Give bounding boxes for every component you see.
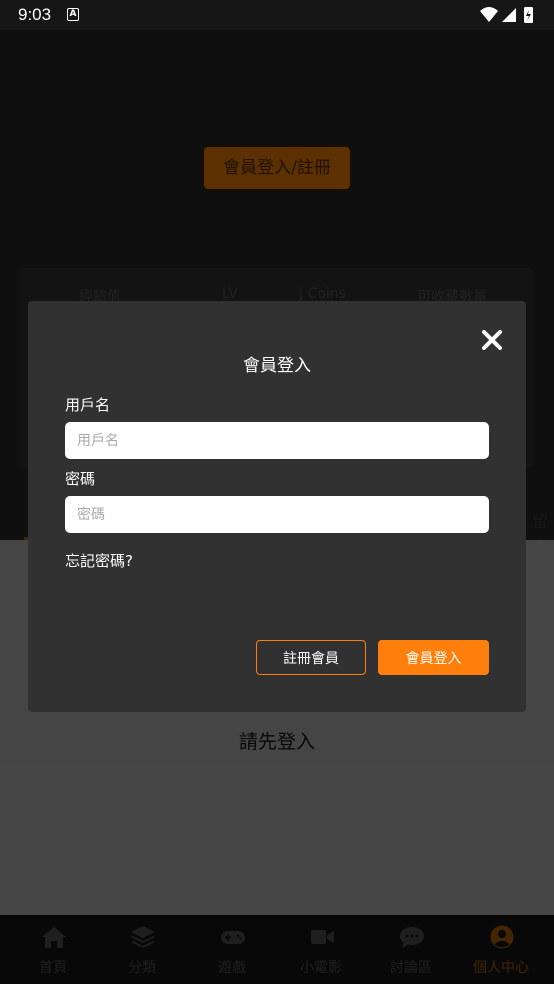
- status-time: 9:03: [18, 5, 52, 24]
- signal-icon: [502, 8, 516, 22]
- layers-icon: [131, 926, 155, 948]
- notification-badge: A: [67, 8, 79, 21]
- status-icons: [480, 7, 533, 23]
- nav-item-categories[interactable]: 分類: [97, 915, 187, 984]
- video-camera-icon: [311, 930, 334, 944]
- password-label: 密碼: [65, 470, 96, 488]
- status-bar: 9:03 A: [0, 0, 554, 30]
- chat-bubble-icon: [400, 927, 424, 948]
- gamepad-icon: [221, 931, 245, 944]
- password-input[interactable]: [65, 496, 489, 533]
- bottom-nav: 首頁 分類 遊戲 小電影 討論區 個人中心: [0, 915, 554, 984]
- login-button[interactable]: 會員登入: [378, 640, 489, 675]
- modal-title: 會員登入: [243, 356, 311, 376]
- username-label: 用戶名: [65, 396, 111, 414]
- login-modal: 會員登入 用戶名 密碼 忘記密碼? 註冊會員 會員登入: [28, 301, 526, 712]
- stat-coins: J Coins: [299, 286, 346, 302]
- register-button[interactable]: 註冊會員: [256, 640, 366, 675]
- nav-label-categories: 分類: [128, 960, 156, 976]
- nav-label-home: 首頁: [39, 960, 67, 976]
- nav-item-home[interactable]: 首頁: [8, 915, 98, 984]
- stat-level: LV: [222, 286, 238, 302]
- nav-item-profile[interactable]: 個人中心: [456, 915, 546, 984]
- please-login-message: 請先登入: [238, 731, 315, 753]
- nav-item-games[interactable]: 遊戲: [187, 915, 277, 984]
- nav-label-profile: 個人中心: [473, 960, 529, 976]
- nav-item-short-videos[interactable]: 小電影: [276, 915, 366, 984]
- nav-item-forum[interactable]: 討論區: [366, 915, 456, 984]
- nav-label-short-videos: 小電影: [300, 960, 342, 976]
- nav-label-games: 遊戲: [218, 960, 246, 976]
- close-icon[interactable]: [480, 328, 504, 352]
- wifi-icon: [480, 7, 498, 22]
- nav-label-forum: 討論區: [390, 960, 432, 976]
- forgot-password-link[interactable]: 忘記密碼?: [65, 550, 133, 571]
- user-circle-icon: [490, 925, 514, 949]
- username-input[interactable]: [65, 422, 489, 459]
- login-register-button[interactable]: 會員登入/註冊: [202, 145, 352, 191]
- home-icon: [42, 927, 66, 948]
